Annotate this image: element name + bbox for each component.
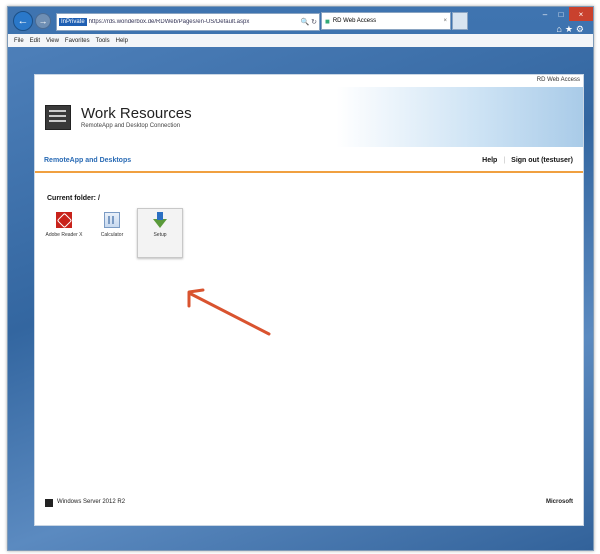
footer-os-label: Windows Server 2012 R2 — [57, 499, 126, 505]
menu-view[interactable]: View — [46, 38, 59, 44]
title-bar: ← → InPrivate https://rds.wonderbox.de/R… — [8, 7, 593, 34]
app-setup[interactable]: Setup — [137, 208, 183, 258]
tab-close-icon[interactable]: × — [443, 18, 450, 24]
rd-web-page: RD Web Access Work Resources RemoteApp a… — [34, 74, 584, 526]
back-button[interactable]: ← — [13, 11, 33, 31]
current-folder: Current folder: / — [47, 195, 100, 202]
rd-web-access-link[interactable]: RD Web Access — [537, 77, 580, 83]
app-label: Adobe Reader X — [45, 232, 83, 238]
app-list: Adobe Reader X Calculator Setup — [41, 208, 185, 258]
address-url[interactable]: https://rds.wonderbox.de/RDWeb/Pages/en-… — [89, 19, 301, 25]
close-button[interactable]: × — [569, 7, 593, 21]
work-resources-logo-icon — [45, 105, 71, 130]
new-tab-button[interactable] — [452, 12, 468, 30]
minimize-button[interactable]: – — [537, 7, 553, 21]
menu-tools[interactable]: Tools — [96, 38, 110, 44]
page-footer: Windows Server 2012 R2 Microsoft — [35, 485, 583, 525]
page-header: Work Resources RemoteApp and Desktop Con… — [35, 87, 583, 147]
tab-remoteapp-desktops[interactable]: RemoteApp and Desktops — [44, 157, 131, 164]
help-link[interactable]: Help — [482, 157, 497, 164]
maximize-button[interactable]: □ — [553, 7, 569, 21]
favicon-icon: ■ — [325, 16, 330, 26]
app-adobe-reader[interactable]: Adobe Reader X — [41, 208, 87, 258]
separator: | — [503, 157, 506, 164]
menu-bar: File Edit View Favorites Tools Help — [8, 34, 593, 47]
setup-icon — [153, 212, 167, 228]
menu-help[interactable]: Help — [116, 38, 128, 44]
inprivate-badge: InPrivate — [59, 18, 87, 26]
menu-file[interactable]: File — [14, 38, 24, 44]
app-label: Setup — [153, 232, 167, 238]
windows-logo-icon — [45, 499, 53, 507]
page-subtitle: RemoteApp and Desktop Connection — [81, 123, 181, 129]
tab-title: RD Web Access — [332, 18, 377, 24]
menu-favorites[interactable]: Favorites — [65, 38, 90, 44]
app-label: Calculator — [100, 232, 124, 238]
pdf-icon — [56, 212, 72, 228]
browser-tab[interactable]: ■ RD Web Access × — [321, 12, 451, 30]
lock-refresh-icon[interactable]: 🔍 ↻ — [300, 18, 319, 26]
menu-edit[interactable]: Edit — [30, 38, 40, 44]
app-calculator[interactable]: Calculator — [89, 208, 135, 258]
microsoft-logo: Microsoft — [546, 499, 573, 505]
navigation-bar: RemoteApp and Desktops Help | Sign out (te… — [35, 153, 583, 173]
sign-out-link[interactable]: Sign out (testuser) — [511, 157, 573, 164]
page-title: Work Resources — [81, 105, 192, 122]
forward-button[interactable]: → — [35, 13, 51, 29]
nav-links: Help | Sign out (testuser) — [482, 157, 573, 164]
address-bar[interactable]: InPrivate https://rds.wonderbox.de/RDWeb… — [56, 13, 320, 31]
calculator-icon — [104, 212, 120, 228]
annotation-arrow-icon — [187, 288, 271, 336]
